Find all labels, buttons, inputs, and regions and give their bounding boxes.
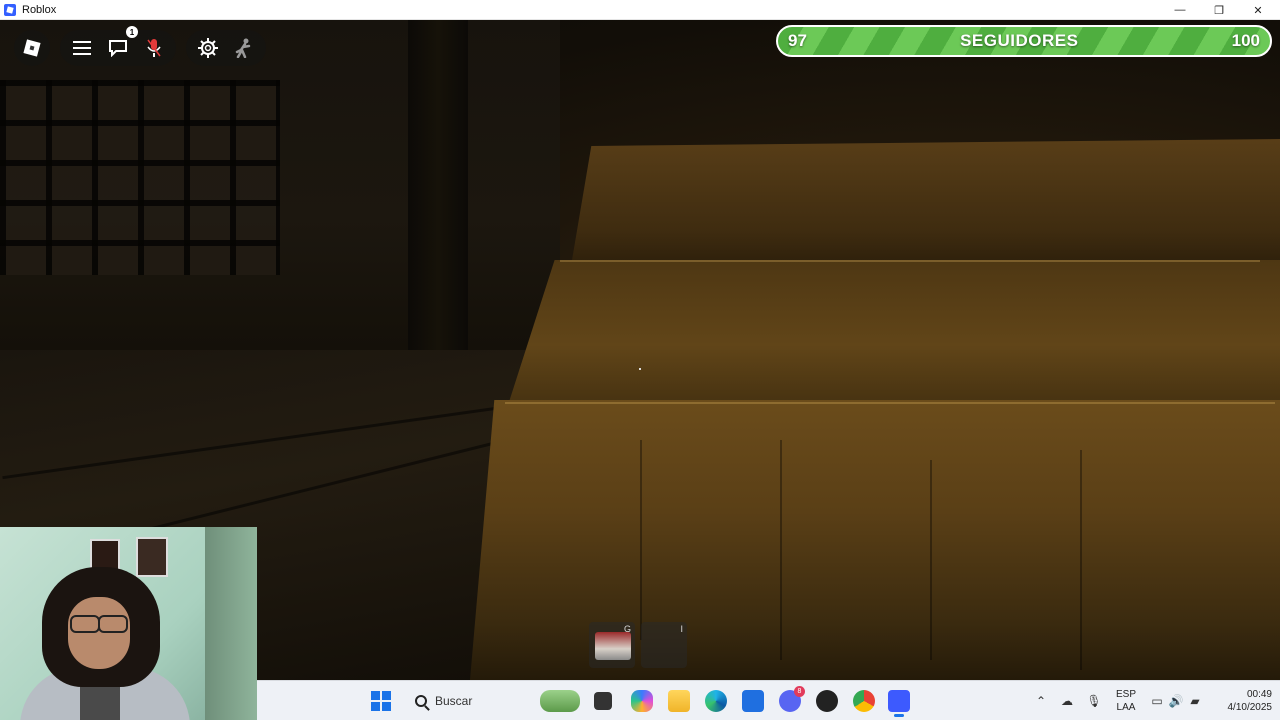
chrome-icon[interactable] [853, 690, 875, 712]
minimize-button[interactable]: — [1160, 0, 1200, 20]
maximize-button[interactable]: ❐ [1199, 0, 1239, 20]
windows-taskbar: Buscar 8 ⌃ ☁ 🎙 ESP LAA ▭ 🔊 ▰ 00:49 4/10/… [257, 680, 1280, 720]
active-app-indicator [894, 714, 904, 717]
settings-icon[interactable] [190, 30, 226, 66]
language-code: ESP [1115, 689, 1136, 700]
hotbar-slot-1[interactable]: G [589, 622, 635, 668]
roblox-logo-icon[interactable] [14, 30, 50, 66]
microphone-tray-icon[interactable]: 🎙 [1086, 694, 1101, 708]
clock[interactable]: 00:49 4/10/2025 [1212, 688, 1273, 714]
obs-icon[interactable] [816, 690, 838, 712]
clock-date: 4/10/2025 [1227, 702, 1273, 713]
inventory-hotbar: G I [589, 622, 687, 668]
followers-label: SEGUIDORES [960, 31, 1079, 50]
copilot-icon[interactable] [631, 690, 653, 712]
close-button[interactable]: ✕ [1238, 0, 1278, 20]
clock-time: 00:49 [1246, 689, 1272, 700]
roblox-settings-group [186, 30, 266, 66]
keyboard-layout: LAA [1116, 702, 1136, 713]
inventory-item-icon [595, 632, 631, 660]
roblox-top-controls: 1 [14, 26, 266, 66]
roblox-icon[interactable] [888, 690, 910, 717]
file-explorer-icon[interactable] [668, 690, 690, 712]
emote-icon[interactable] [226, 30, 262, 66]
window-title: Roblox [22, 3, 57, 16]
roblox-menu-group: 1 [60, 26, 176, 66]
chat-badge: 1 [126, 26, 138, 38]
wooden-pillar [408, 20, 468, 400]
battery-icon[interactable]: ▰ [1188, 694, 1202, 708]
microphone-icon[interactable] [136, 30, 172, 66]
chevron-up-icon[interactable]: ⌃ [1034, 694, 1048, 708]
followers-goal: 100 [1231, 31, 1260, 50]
windows-start-icon[interactable] [371, 691, 391, 711]
roblox-app-icon [4, 3, 16, 16]
microsoft-store-icon[interactable] [742, 690, 764, 712]
chat-icon[interactable]: 1 [100, 26, 138, 66]
shoji-window [0, 80, 280, 275]
crosshair [639, 368, 641, 370]
window-titlebar: Roblox — ❐ ✕ [0, 0, 1280, 20]
onedrive-icon[interactable]: ☁ [1060, 694, 1074, 708]
wall-poster [136, 537, 168, 577]
followers-progress-bar: 97 SEGUIDORES 100 [776, 25, 1272, 57]
edge-icon[interactable] [705, 690, 727, 712]
search-placeholder: Buscar [435, 694, 473, 708]
hotbar-slot-2[interactable]: I [641, 622, 687, 668]
discord-icon[interactable]: 8 [779, 686, 805, 712]
followers-current: 97 [788, 31, 807, 50]
covered-furniture-top [570, 139, 1280, 272]
hotbar-key: I [680, 624, 683, 634]
hotbar-key: G [623, 624, 631, 634]
network-icon[interactable]: ▭ [1150, 694, 1164, 708]
weather-widget-icon[interactable] [540, 690, 580, 712]
input-language[interactable]: ESP LAA [1114, 688, 1138, 714]
volume-icon[interactable]: 🔊 [1169, 694, 1184, 708]
task-view-icon[interactable] [594, 692, 612, 710]
webcam-overlay [0, 527, 257, 720]
taskbar-search[interactable]: Buscar [409, 689, 527, 713]
discord-badge: 8 [794, 686, 805, 697]
menu-icon[interactable] [64, 30, 100, 66]
search-icon [415, 695, 427, 707]
